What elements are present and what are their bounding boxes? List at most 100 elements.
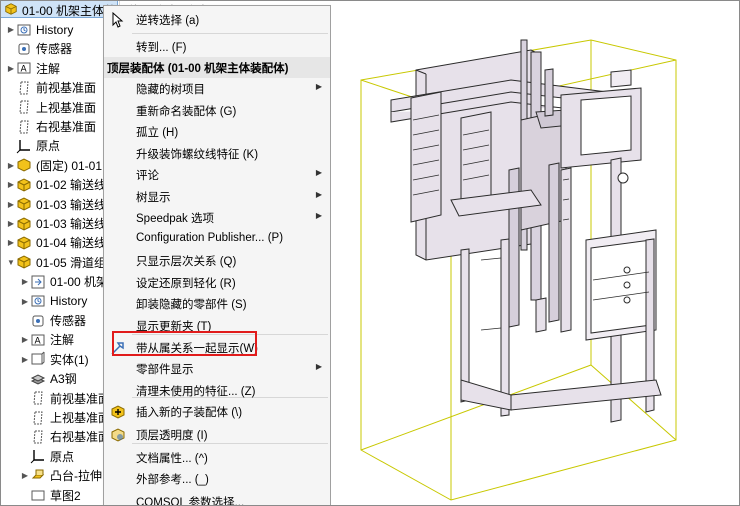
menu-item[interactable]: 文档属性... (^) — [104, 447, 330, 468]
tree-item[interactable]: 前视基准面 — [6, 78, 96, 97]
menu-item-label: 顶层装配体 (01-00 机架主体装配体) — [107, 63, 289, 75]
menu-item-label: 孤立 (H) — [136, 127, 179, 139]
assembly-icon — [16, 177, 32, 193]
menu-item-label: 文档属性... (^) — [136, 453, 208, 465]
tree-item[interactable]: 上视基准面 — [6, 98, 96, 117]
menu-item[interactable]: 逆转选择 (a) — [104, 9, 330, 30]
menu-item-label: 外部参考... (_) — [136, 474, 209, 486]
assembly-icon — [16, 235, 32, 251]
tree-item-label: A3钢 — [50, 372, 77, 387]
menu-item[interactable]: Speedpak 选项 ▶ — [104, 207, 330, 228]
expand-arrow-icon[interactable]: ▶ — [6, 180, 16, 189]
menu-item[interactable]: 顶层透明度 (I) — [104, 424, 330, 445]
menu-item-label: 设定还原到轻化 (R) — [136, 278, 236, 290]
tree-item-label: 上视基准面 — [36, 100, 97, 115]
tree-item[interactable]: 传感器 — [6, 39, 72, 58]
menu-item[interactable]: 零部件显示 ▶ — [104, 358, 330, 379]
menu-item[interactable]: 转到... (F) — [104, 36, 330, 57]
transparency-icon — [110, 427, 126, 443]
tree-item[interactable]: ▶ 01-02 输送线 — [6, 175, 106, 194]
tree-item[interactable]: ▶ History — [20, 292, 87, 311]
tree-item[interactable]: ▶ (固定) 01-01 — [6, 156, 102, 175]
menu-item[interactable]: 只显示层次关系 (Q) — [104, 250, 330, 271]
tree-item[interactable]: ▶ History — [6, 20, 73, 39]
sketch-icon — [30, 487, 46, 503]
tree-item-label: 草图2 — [50, 488, 81, 503]
tree-item-label: 01-00 机架 — [50, 275, 109, 290]
menu-item[interactable]: COMSOL 参数选择... — [104, 491, 330, 506]
tree-item[interactable]: ▶ 凸台-拉伸 — [20, 466, 102, 485]
menu-item[interactable]: 隐藏的树项目 ▶ — [104, 78, 330, 99]
assembly-model-view[interactable] — [331, 0, 740, 506]
menu-item[interactable]: 清理未使用的特征... (Z) — [104, 380, 330, 401]
menu-item[interactable]: 外部参考... (_) — [104, 468, 330, 489]
expand-arrow-icon[interactable]: ▶ — [20, 277, 30, 286]
menu-item[interactable]: 设定还原到轻化 (R) — [104, 272, 330, 293]
tree-item[interactable]: 原点 — [20, 447, 74, 466]
plane-icon — [30, 429, 46, 445]
graphics-viewport[interactable] — [331, 0, 740, 506]
plane-icon — [16, 119, 32, 135]
menu-item-label: 卸装隐藏的零部件 (S) — [136, 299, 247, 311]
expand-arrow-icon[interactable]: ▶ — [20, 335, 30, 344]
assembly-icon — [4, 2, 18, 16]
tree-item[interactable]: A3钢 — [20, 369, 77, 388]
submenu-arrow-icon: ▶ — [315, 82, 322, 91]
submenu-arrow-icon: ▶ — [315, 211, 322, 220]
expand-arrow-icon[interactable]: ▶ — [6, 200, 16, 209]
menu-item-label: 评论 — [136, 170, 159, 182]
tree-item[interactable]: ▶ 实体(1) — [20, 350, 89, 369]
tree-item[interactable]: ▶ 01-03 输送线 — [6, 214, 106, 233]
reference-icon — [30, 274, 46, 290]
plane-icon — [30, 390, 46, 406]
expand-arrow-icon[interactable]: ▶ — [6, 238, 16, 247]
tree-item[interactable]: 右视基准面 — [20, 427, 110, 446]
menu-item-label: Speedpak 选项 — [136, 213, 214, 225]
origin-icon — [16, 138, 32, 154]
menu-item[interactable]: 评论 ▶ — [104, 164, 330, 185]
machine-frame — [390, 39, 662, 423]
menu-item[interactable]: 卸装隐藏的零部件 (S) — [104, 293, 330, 314]
tree-item-label: 实体(1) — [50, 352, 89, 367]
expand-arrow-icon[interactable]: ▶ — [20, 471, 30, 480]
menu-item[interactable]: 树显示 ▶ — [104, 186, 330, 207]
collapse-arrow-icon[interactable]: ▼ — [6, 258, 16, 267]
tree-item[interactable]: 草图2 — [20, 486, 81, 505]
menu-item[interactable]: 重新命名装配体 (G) — [104, 100, 330, 121]
tree-item[interactable]: ▶ A 注解 — [6, 59, 60, 78]
tree-item[interactable]: ▼ 01-05 滑道组件 — [6, 253, 118, 272]
tree-item-label: 原点 — [50, 449, 75, 464]
svg-text:A: A — [21, 65, 28, 75]
svg-text:A: A — [35, 336, 42, 346]
menu-item[interactable]: 升级装饰螺纹线特征 (K) — [104, 143, 330, 164]
menu-item-label: 插入新的子装配体 (\) — [136, 407, 243, 419]
tree-item[interactable]: ▶ 01-00 机架 — [20, 272, 108, 291]
expand-arrow-icon[interactable]: ▶ — [6, 64, 16, 73]
expand-arrow-icon[interactable]: ▶ — [6, 25, 16, 34]
tree-item[interactable]: ▶ A 注解 — [20, 330, 74, 349]
expand-arrow-icon[interactable]: ▶ — [20, 297, 30, 306]
tree-item[interactable]: 传感器 — [20, 311, 86, 330]
menu-item[interactable]: Configuration Publisher... (P) — [104, 229, 330, 250]
expand-arrow-icon[interactable]: ▶ — [6, 161, 16, 170]
tree-top-assembly-node[interactable]: 01-00 机架主体装配体（默认<默认>） — [0, 0, 226, 18]
tree-item[interactable]: 原点 — [6, 136, 60, 155]
expand-arrow-icon[interactable]: ▶ — [20, 355, 30, 364]
menu-item[interactable]: 孤立 (H) — [104, 121, 330, 142]
tree-item[interactable]: 前视基准面 — [20, 389, 110, 408]
annotation-icon: A — [30, 332, 46, 348]
tree-item-label: (固定) 01-01 — [36, 158, 103, 173]
menu-item[interactable]: 插入新的子装配体 (\) — [104, 401, 330, 422]
tree-item-label: 注解 — [36, 61, 61, 76]
expand-arrow-icon[interactable]: ▶ — [6, 219, 16, 228]
menu-item-label: 逆转选择 (a) — [136, 15, 200, 27]
tree-item[interactable]: 上视基准面 — [20, 408, 110, 427]
menu-separator — [132, 33, 328, 34]
tree-item[interactable]: 右视基准面 — [6, 117, 96, 136]
menu-item-label: 转到... (F) — [136, 42, 187, 54]
tree-item[interactable]: ▶ 01-04 输送线 — [6, 233, 106, 252]
menu-item-label: 只显示层次关系 (Q) — [136, 256, 237, 268]
tree-item[interactable]: ▶ 01-03 输送线 — [6, 195, 106, 214]
tree-item-label: 右视基准面 — [50, 430, 111, 445]
sensor-icon — [16, 41, 32, 57]
